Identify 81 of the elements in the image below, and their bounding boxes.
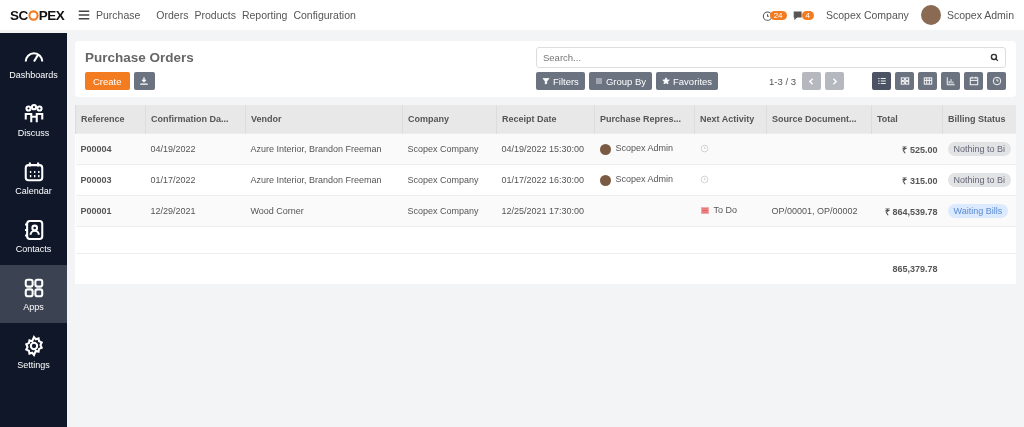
people-icon xyxy=(22,102,45,125)
clock-icon xyxy=(699,143,709,153)
column-header[interactable]: Vendor xyxy=(245,105,403,134)
table-cell: Scopex Company xyxy=(402,133,497,165)
status-tag: Waiting Bills xyxy=(947,204,1009,218)
contact-book-icon xyxy=(22,218,45,241)
table-cell: P00003 xyxy=(75,164,146,196)
calendar-icon xyxy=(22,160,45,183)
view-switch-button[interactable] xyxy=(987,72,1006,90)
column-header[interactable]: Next Activity xyxy=(694,105,767,134)
table-cell: 01/17/2022 16:30:00 xyxy=(496,164,595,196)
apps-icon xyxy=(22,276,45,299)
user-avatar xyxy=(920,5,941,25)
table-cell: 04/19/2022 15:30:00 xyxy=(496,133,595,165)
table-icon xyxy=(922,76,933,86)
table-cell: 01/17/2022 xyxy=(145,164,246,196)
filter-button[interactable]: Group By xyxy=(588,72,652,90)
view-switch-button[interactable] xyxy=(918,72,937,90)
table-cell: 04/19/2022 xyxy=(145,133,246,165)
column-header[interactable]: Purchase Repres... xyxy=(594,105,695,134)
table-cell: ₹ 525.00 xyxy=(871,133,943,165)
company-name[interactable]: Scopex Company xyxy=(826,9,909,21)
search-field[interactable]: Search... xyxy=(536,47,1006,68)
pager-value: 1-3 / 3 xyxy=(769,75,796,87)
status-tag: Nothing to Bi xyxy=(947,173,1012,187)
logo-text: PEX xyxy=(38,7,65,23)
menu-item[interactable]: Reporting xyxy=(241,9,288,21)
menu-item[interactable]: Orders xyxy=(156,9,189,21)
grid-icon xyxy=(899,76,910,86)
menu-icon[interactable] xyxy=(78,9,90,21)
user-name[interactable]: Scopex Admin xyxy=(946,9,1014,21)
table-cell: Azure Interior, Brandon Freeman xyxy=(245,133,403,165)
chat-icon xyxy=(792,9,805,21)
column-header[interactable]: Company xyxy=(402,105,497,134)
table-cell: ₹ 315.00 xyxy=(871,164,943,196)
page-title: Purchase Orders xyxy=(85,50,195,65)
column-header[interactable]: Billing Status xyxy=(942,105,1016,134)
sidebar-item[interactable]: Dashboards xyxy=(0,33,67,91)
filter-button[interactable]: Favorites xyxy=(656,72,719,90)
filter-button[interactable]: Filters xyxy=(536,72,585,90)
logo-text: SC xyxy=(10,7,28,23)
sidebar-item[interactable]: Calendar xyxy=(0,149,67,207)
calendar-icon xyxy=(968,76,979,86)
column-header[interactable]: Receipt Date xyxy=(496,105,595,134)
user-avatar xyxy=(599,174,611,186)
representative-name: Scopex Admin xyxy=(615,174,674,185)
table-cell: P00004 xyxy=(75,133,146,165)
search-icon xyxy=(990,53,999,62)
clock-icon xyxy=(991,76,1002,86)
column-header[interactable]: Source Document... xyxy=(766,105,872,134)
sidebar-item[interactable]: Apps xyxy=(0,265,67,323)
user-avatar xyxy=(599,143,611,155)
logo-mark-icon xyxy=(27,9,39,21)
download-button[interactable] xyxy=(133,72,155,90)
sidebar-item[interactable]: Discuss xyxy=(0,91,67,149)
right-chevron-icon xyxy=(830,76,839,86)
view-switch-button[interactable] xyxy=(872,72,891,90)
bar-chart-icon xyxy=(945,76,956,86)
star-icon xyxy=(662,77,670,85)
clock-icon xyxy=(761,9,773,21)
activity-label[interactable]: To Do xyxy=(699,205,737,216)
menu-item[interactable]: Products xyxy=(194,9,236,21)
clock-icon xyxy=(699,174,709,184)
menu-item[interactable]: Configuration xyxy=(293,9,356,21)
table-cell: Azure Interior, Brandon Freeman xyxy=(245,164,403,196)
settings-icon xyxy=(22,334,45,357)
status-tag: Nothing to Bi xyxy=(947,142,1012,156)
download-icon xyxy=(139,76,149,86)
left-chevron-icon xyxy=(807,76,816,86)
sidebar-item[interactable]: Contacts xyxy=(0,207,67,265)
sidebar-item[interactable]: Settings xyxy=(0,323,67,381)
app-title[interactable]: Purchase xyxy=(96,9,141,21)
column-header[interactable]: Confirmation Da... xyxy=(145,105,246,134)
view-switch-button[interactable] xyxy=(895,72,914,90)
filter-icon xyxy=(542,77,550,85)
column-header[interactable]: Reference xyxy=(75,105,146,134)
view-switch-button[interactable] xyxy=(941,72,960,90)
table-cell: Scopex Company xyxy=(402,164,497,196)
representative-name: Scopex Admin xyxy=(615,143,674,154)
column-header[interactable]: Total xyxy=(871,105,943,134)
view-switch-button[interactable] xyxy=(964,72,983,90)
